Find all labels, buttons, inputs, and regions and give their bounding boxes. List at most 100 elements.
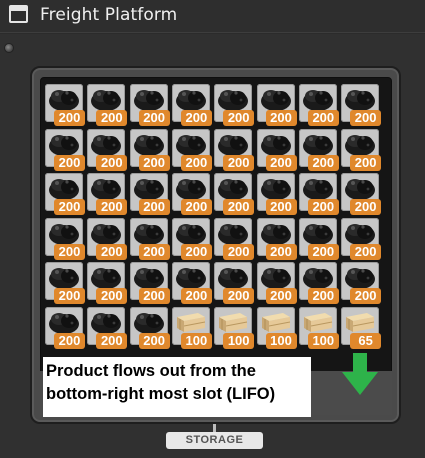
inventory-slot[interactable]: 200: [214, 84, 255, 126]
coal-icon: [259, 219, 293, 247]
inventory-slot[interactable]: 200: [171, 217, 212, 260]
inventory-slot[interactable]: 200: [87, 262, 128, 305]
inventory-slot[interactable]: 200: [45, 173, 85, 216]
quantity-badge: 200: [138, 199, 170, 216]
quantity-badge: 200: [223, 288, 255, 305]
quantity-badge: 200: [54, 199, 85, 216]
quantity-badge: 200: [54, 110, 85, 126]
inventory-slot[interactable]: 200: [214, 173, 255, 216]
inventory-slot[interactable]: 200: [129, 128, 170, 171]
inventory-slot[interactable]: 100: [171, 307, 212, 349]
coal-icon: [216, 130, 250, 158]
quantity-badge: 100: [265, 333, 297, 349]
inventory-slot[interactable]: 200: [256, 173, 297, 216]
inventory-slot[interactable]: 200: [45, 307, 85, 349]
inventory-slot[interactable]: 200: [341, 173, 382, 216]
coal-icon: [47, 85, 81, 113]
quantity-badge: 200: [96, 243, 128, 260]
inventory-slot[interactable]: 200: [341, 128, 382, 171]
coal-icon: [89, 174, 123, 202]
coal-icon: [301, 174, 335, 202]
inventory-slot[interactable]: 200: [87, 128, 128, 171]
coal-icon: [47, 130, 81, 158]
inventory-slot[interactable]: 200: [298, 173, 339, 216]
inventory-slot[interactable]: 200: [87, 217, 128, 260]
inventory-slot[interactable]: 200: [87, 173, 128, 216]
inventory-slot[interactable]: 200: [171, 173, 212, 216]
inventory-slot[interactable]: 200: [45, 217, 85, 260]
inventory-slot[interactable]: 200: [171, 262, 212, 305]
inventory-slot[interactable]: 65: [341, 307, 382, 349]
quantity-badge: 200: [138, 288, 170, 305]
coal-icon: [89, 219, 123, 247]
quantity-badge: 200: [350, 110, 382, 126]
inventory-slot[interactable]: 200: [87, 84, 128, 126]
inventory-slot[interactable]: 200: [256, 217, 297, 260]
coal-icon: [89, 308, 123, 336]
quantity-badge: 200: [307, 110, 339, 126]
quantity-badge: 200: [96, 154, 128, 171]
inventory-slot[interactable]: 200: [298, 217, 339, 260]
quantity-badge: 200: [54, 243, 85, 260]
storage-tab[interactable]: STORAGE: [166, 432, 263, 449]
inventory-slot[interactable]: 200: [298, 84, 339, 126]
coal-icon: [132, 85, 166, 113]
quantity-badge: 200: [180, 288, 212, 305]
inventory-slot[interactable]: 200: [214, 128, 255, 171]
quantity-badge: 200: [96, 333, 128, 349]
coal-icon: [343, 174, 377, 202]
inventory-slot[interactable]: 100: [298, 307, 339, 349]
inventory-slot[interactable]: 200: [87, 307, 128, 349]
inventory-slot[interactable]: 200: [129, 84, 170, 126]
quantity-badge: 200: [265, 243, 297, 260]
planks-icon: [216, 308, 250, 336]
inventory-slot[interactable]: 200: [129, 307, 170, 349]
arrow-down-icon: [342, 353, 378, 395]
coal-icon: [216, 219, 250, 247]
inventory-slot[interactable]: 200: [214, 262, 255, 305]
quantity-badge: 200: [138, 333, 170, 349]
window-icon: [9, 5, 28, 23]
title-bar: Freight Platform: [0, 0, 425, 33]
inventory-slot[interactable]: 200: [129, 262, 170, 305]
inventory-slot[interactable]: 200: [341, 262, 382, 305]
quantity-badge: 100: [223, 333, 255, 349]
quantity-badge: 200: [180, 199, 212, 216]
inventory-slot[interactable]: 200: [129, 173, 170, 216]
inventory-slot[interactable]: 200: [256, 262, 297, 305]
quantity-badge: 200: [265, 288, 297, 305]
inventory-slot[interactable]: 200: [129, 217, 170, 260]
inventory-slot[interactable]: 200: [45, 84, 85, 126]
inventory-slot[interactable]: 200: [341, 217, 382, 260]
inventory-slot[interactable]: 200: [171, 128, 212, 171]
planks-icon: [301, 308, 335, 336]
inventory-slot[interactable]: 100: [256, 307, 297, 349]
inventory-slot[interactable]: 200: [45, 128, 85, 171]
quantity-badge: 200: [307, 288, 339, 305]
coal-icon: [343, 219, 377, 247]
coal-icon: [343, 130, 377, 158]
inventory-slot[interactable]: 200: [341, 84, 382, 126]
planks-icon: [174, 308, 208, 336]
coal-icon: [343, 85, 377, 113]
coal-icon: [301, 219, 335, 247]
inventory-slot[interactable]: 200: [256, 84, 297, 126]
window-title: Freight Platform: [40, 5, 178, 25]
inventory-slot[interactable]: 200: [171, 84, 212, 126]
coal-icon: [343, 263, 377, 291]
planks-icon: [259, 308, 293, 336]
coal-icon: [301, 263, 335, 291]
inventory-slot[interactable]: 200: [45, 262, 85, 305]
inventory-slot[interactable]: 100: [214, 307, 255, 349]
inventory-slot[interactable]: 200: [298, 128, 339, 171]
screw-icon: [4, 43, 14, 53]
quantity-badge: 200: [138, 243, 170, 260]
quantity-badge: 100: [180, 333, 212, 349]
inventory-slot[interactable]: 200: [256, 128, 297, 171]
info-note: Product flows out from the bottom-right …: [43, 357, 311, 417]
coal-icon: [89, 85, 123, 113]
quantity-badge: 200: [223, 154, 255, 171]
inventory-slot[interactable]: 200: [298, 262, 339, 305]
coal-icon: [132, 219, 166, 247]
inventory-slot[interactable]: 200: [214, 217, 255, 260]
